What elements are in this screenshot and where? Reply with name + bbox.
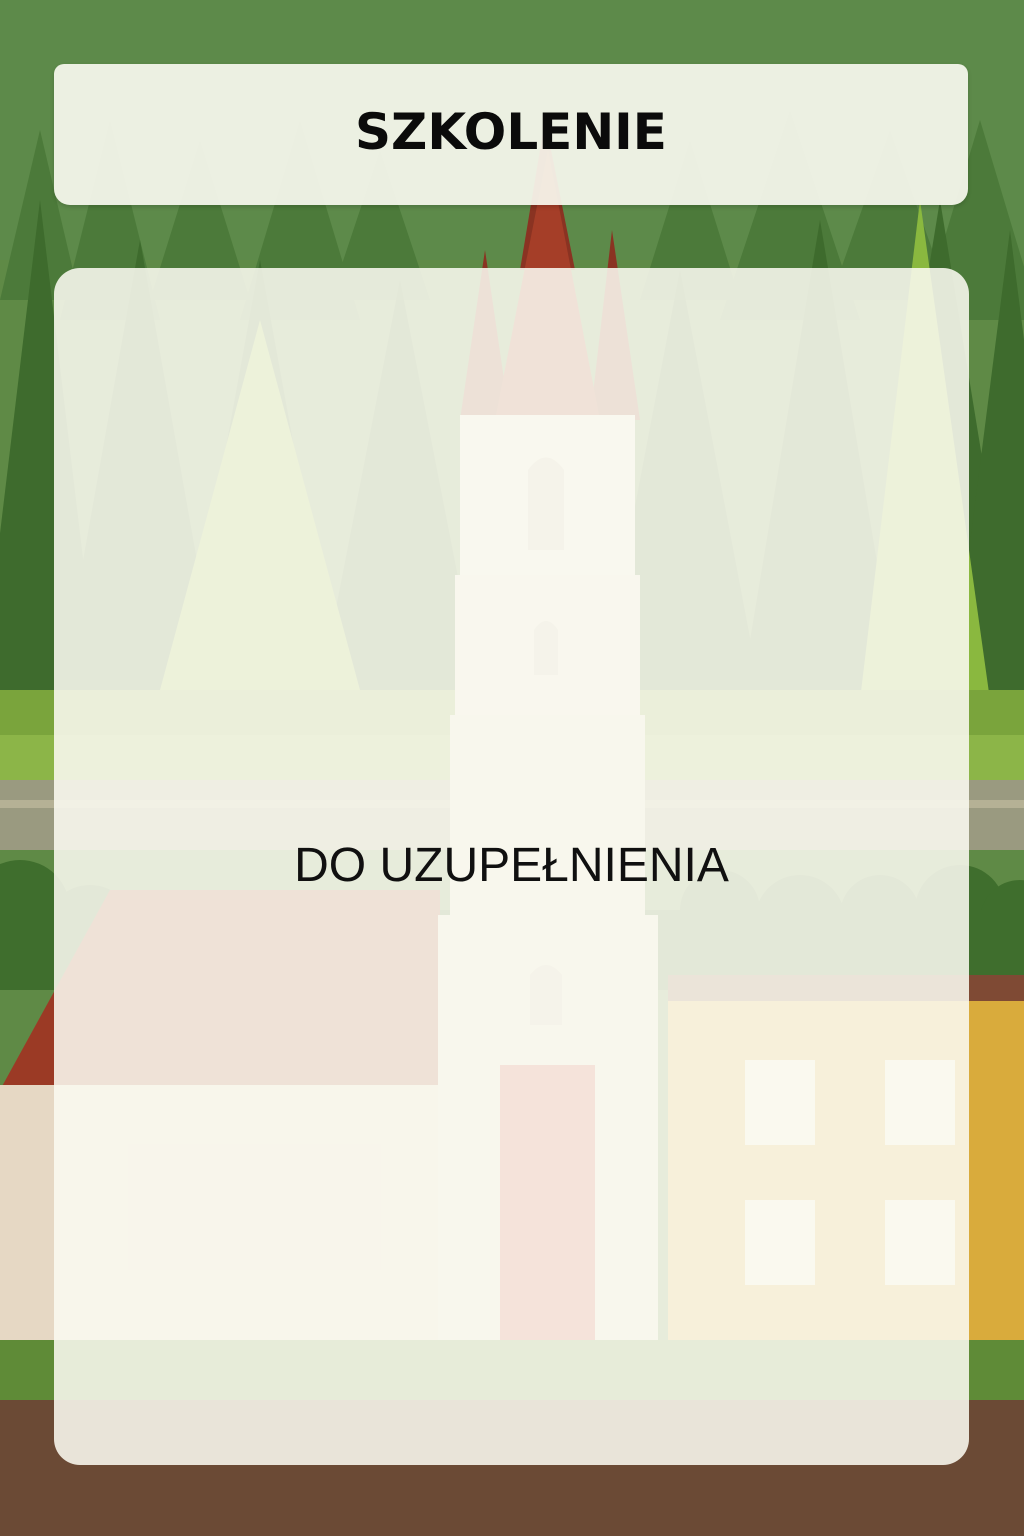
placeholder-text: DO UZUPEŁNIENIA	[294, 838, 729, 892]
content-panel: DO UZUPEŁNIENIA	[54, 268, 969, 1465]
page-title: SZKOLENIE	[355, 102, 667, 161]
header-panel: SZKOLENIE	[54, 64, 968, 205]
poster: SZKOLENIE DO UZUPEŁNIENIA	[0, 0, 1024, 1536]
